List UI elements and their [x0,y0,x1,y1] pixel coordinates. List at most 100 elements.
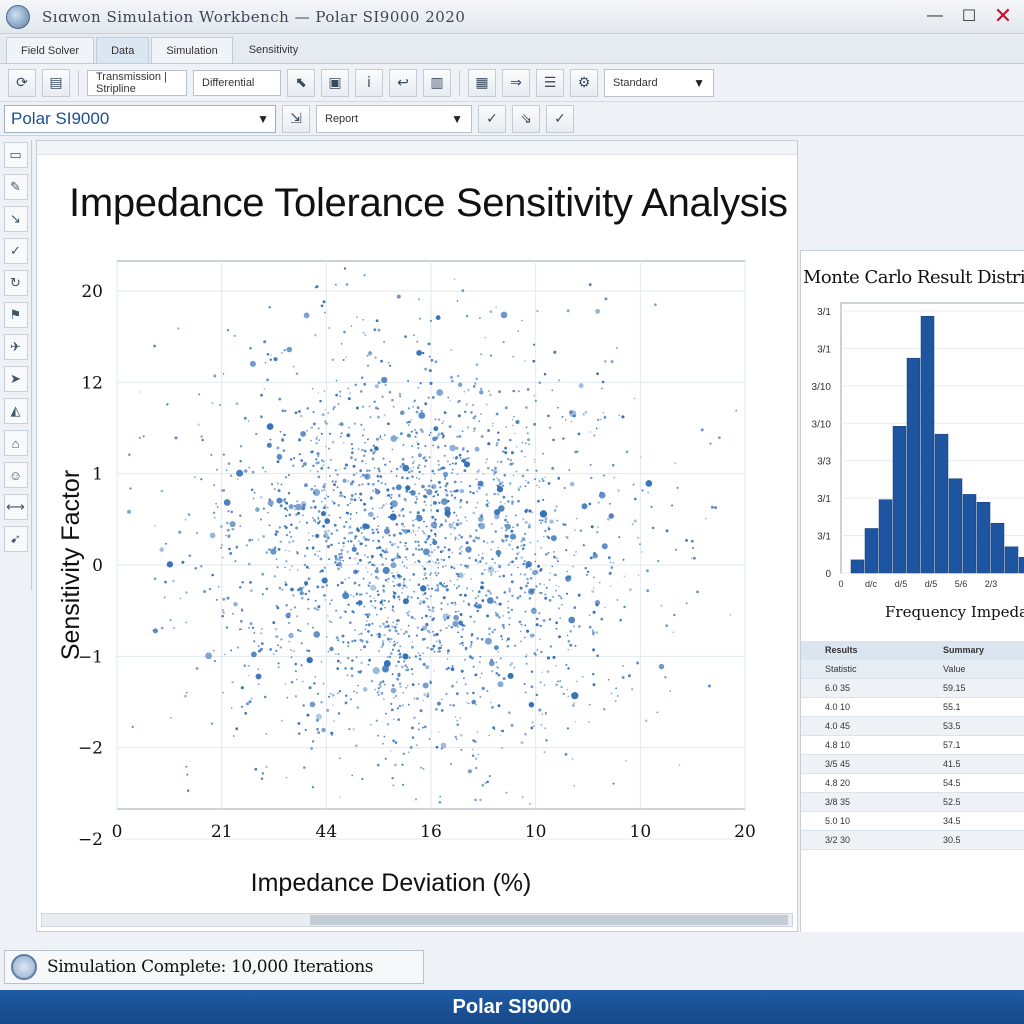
tools-icon[interactable]: ⚙ [570,68,598,97]
standard-select[interactable]: Standard ▼ [604,68,714,97]
scatter-point [350,531,353,534]
scatter-point [427,396,430,399]
scatter-point [365,613,368,616]
scatter-point [395,664,398,667]
curve-tool-icon[interactable]: ↻ [3,270,28,296]
move-tool-icon[interactable]: ➤ [3,366,28,392]
tab-field-solver[interactable]: Field Solver [6,37,95,63]
check-tool-icon[interactable]: ✓ [3,238,28,264]
scatter-point [477,554,480,556]
scatter-point [604,606,606,609]
measure-tool-icon[interactable]: ⟷ [3,494,28,520]
probe-tool-icon[interactable]: ➹ [3,526,28,552]
image-icon[interactable]: ▣ [321,68,349,97]
scatter-point [285,526,288,529]
table-icon[interactable]: ▥ [423,68,451,97]
scatter-point [450,566,453,569]
scatter-point [414,798,418,801]
save-icon[interactable]: ▤ [42,68,70,97]
scatter-point [524,591,527,594]
maximize-button[interactable]: ☐ [954,4,984,28]
scatter-point [405,532,408,535]
scatter-point [287,621,291,625]
scatter-point [588,283,592,287]
pin-icon[interactable]: ⇘ [512,104,540,133]
histogram-chart[interactable]: 3/13/13/103/103/33/13/100 d/c d/5 d/5 5/6 2/3… [801,291,1024,636]
close-button[interactable]: ✕ [988,3,1018,28]
lock-tool-icon[interactable]: ⌂ [3,430,28,456]
table-row[interactable]: 5.0 10 34.5 [801,812,1024,831]
scatter-point [501,623,505,627]
scatter-point [544,476,546,478]
scatter-point [350,325,353,327]
structure-field[interactable]: Transmission | Stripline [87,69,187,96]
scatter-point [435,745,439,749]
mode-field[interactable]: Differential [193,69,281,96]
flag-tool-icon[interactable]: ⚑ [3,302,28,328]
info-icon[interactable]: ⅰ [355,68,383,97]
brush-tool-icon[interactable]: ◭ [3,398,28,424]
scatter-point [338,542,340,544]
scatter-point [512,355,515,358]
table-row[interactable]: 3/5 45 41.5 [801,755,1024,774]
scatter-point [477,536,481,540]
table-row[interactable]: 4.0 45 53.5 [801,717,1024,736]
vector-tool-icon[interactable]: ↘ [3,206,28,232]
grid-icon[interactable]: ▦ [468,68,496,97]
scatter-point [475,673,478,676]
scatter-point [453,614,459,621]
scatter-point [526,388,530,391]
horizontal-scrollbar[interactable] [41,913,793,927]
scatter-point [521,474,525,478]
scatter-point [353,422,356,425]
scatter-point [419,382,422,385]
scatter-point [608,571,612,575]
scatter-point [323,488,326,491]
scatter-point [510,573,513,576]
report-select[interactable]: Report ▼ [316,104,472,133]
scatter-point [497,570,500,572]
scatter-point [585,573,589,576]
table-row[interactable]: 3/8 35 52.5 [801,793,1024,812]
table-row[interactable]: 6.0 35 59.15 [801,679,1024,698]
check-icon[interactable]: ✓ [478,104,506,133]
scatter-point [333,523,337,527]
scatter-point [456,578,459,581]
scatter-point [529,541,532,544]
scatter-point [348,728,351,730]
tab-sensitivity[interactable]: Sensitivity [235,37,313,63]
scatter-plot[interactable]: 0 21 44 16 10 10 20201210−1−2−2Impedance Devia… [37,241,797,921]
scatter-point [310,487,314,491]
list-icon[interactable]: ☰ [536,68,564,97]
pointer-icon[interactable]: ⬉ [287,68,315,97]
scatter-point [391,608,394,611]
export-icon[interactable]: ⇒ [502,68,530,97]
product-select[interactable]: Polar SI9000 ▼ [4,104,276,133]
minimize-button[interactable]: — [920,4,950,28]
table-row[interactable]: 3/2 30 30.5 [801,831,1024,850]
scatter-point [366,620,368,622]
scatter-point [345,521,348,524]
tab-data[interactable]: Data [96,37,150,63]
confirm-icon[interactable]: ✓ [546,104,574,133]
marker-tool-icon[interactable]: ✈ [3,334,28,360]
select-tool-icon[interactable]: ▭ [3,142,28,168]
scatter-point [393,625,397,629]
edit-tool-icon[interactable]: ✎ [3,174,28,200]
table-row[interactable]: 4.8 20 54.5 [801,774,1024,793]
scatter-point [257,683,260,686]
scatter-point [347,603,351,606]
arrow-icon[interactable]: ↩ [389,68,417,97]
scatter-point [362,434,364,437]
scatter-point [405,668,408,672]
layout-icon[interactable]: ⇲ [282,104,310,133]
table-row[interactable]: 4.8 10 57.1 [801,736,1024,755]
table-row[interactable]: 4.0 10 55.1 [801,698,1024,717]
open-icon[interactable]: ⟳ [8,68,36,97]
scatter-point [212,484,216,487]
table-subheader-row: Statistic Value [801,660,1024,679]
scatter-point [295,372,299,375]
user-tool-icon[interactable]: ☺ [3,462,28,488]
tab-simulation[interactable]: Simulation [151,37,233,63]
scrollbar-thumb[interactable] [310,915,788,925]
